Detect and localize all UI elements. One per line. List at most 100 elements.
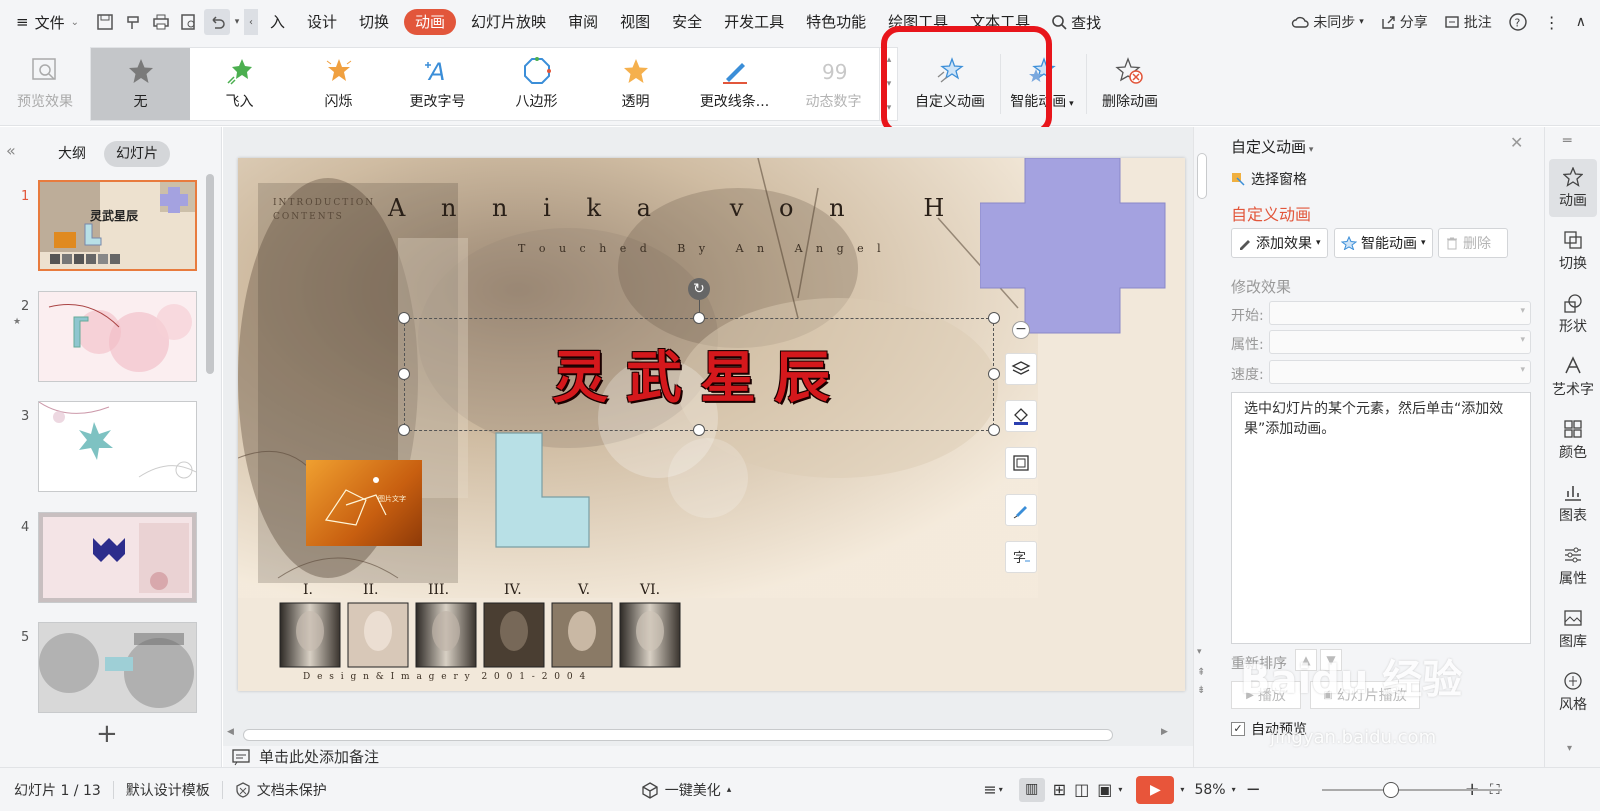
scroll-thumb[interactable]: [1197, 153, 1207, 199]
file-menu[interactable]: ≡ 文件 ⌄: [16, 12, 79, 33]
collapse-ribbon-icon[interactable]: ∧: [1576, 14, 1586, 30]
format-painter-icon[interactable]: [120, 9, 146, 35]
share-button[interactable]: 分享: [1380, 12, 1428, 32]
plus-shape[interactable]: [980, 158, 1170, 338]
sidebar-item-wordart[interactable]: 艺术字: [1549, 348, 1597, 406]
resize-handle[interactable]: [988, 368, 1000, 380]
slide-canvas[interactable]: INTRODUCTION CONTENTS A n n i k a v o n …: [238, 158, 1185, 691]
beautify-button[interactable]: 一键美化 ▴: [629, 780, 744, 800]
sidebar-item-style[interactable]: 风格: [1549, 663, 1597, 721]
slide-thumbnail-2[interactable]: [38, 291, 197, 382]
tab-outline[interactable]: 大纲: [46, 141, 98, 167]
l-shape[interactable]: [495, 432, 591, 548]
brush-button[interactable]: [1005, 494, 1037, 526]
zoom-level[interactable]: 58% ▾: [1188, 782, 1241, 798]
text-button[interactable]: 字: [1005, 541, 1037, 573]
add-effect-button[interactable]: 添加效果 ▾: [1231, 228, 1328, 258]
fill-button[interactable]: [1005, 400, 1037, 432]
tab-security[interactable]: 安全: [661, 9, 713, 35]
tab-developer[interactable]: 开发工具: [713, 9, 795, 35]
scroll-thumb[interactable]: [243, 729, 1113, 741]
anim-none[interactable]: 无: [91, 48, 190, 120]
resize-handle[interactable]: [398, 312, 410, 324]
tab-view[interactable]: 视图: [609, 9, 661, 35]
smart-animation-pane-button[interactable]: 智能动画 ▾: [1334, 228, 1433, 258]
tab-slideshow[interactable]: 幻灯片放映: [460, 9, 557, 35]
anim-flash[interactable]: 闪烁: [289, 48, 388, 120]
scroll-left-icon[interactable]: ‹: [243, 9, 258, 35]
add-slide-button[interactable]: +: [96, 721, 118, 747]
slide-thumbnail-5[interactable]: [38, 622, 197, 713]
resize-handle[interactable]: [398, 368, 410, 380]
print-preview-icon[interactable]: [176, 9, 202, 35]
scroll-left-arrow[interactable]: ◀: [227, 727, 234, 737]
resize-handle[interactable]: [693, 312, 705, 324]
vertical-scrollbar[interactable]: ▾ ⇞ ⇟: [1193, 127, 1210, 767]
anim-octagon[interactable]: 八边形: [487, 48, 586, 120]
sidebar-item-gallery[interactable]: 图库: [1549, 600, 1597, 658]
template-name[interactable]: 默认设计模板: [114, 780, 222, 800]
anim-fly-in[interactable]: 飞入: [190, 48, 289, 120]
resize-handle[interactable]: [988, 424, 1000, 436]
undo-icon[interactable]: [203, 9, 230, 35]
view-sorter-button[interactable]: ⊞: [1049, 780, 1070, 799]
horizontal-scrollbar[interactable]: ◀ ▶: [223, 724, 1193, 746]
preview-effect-button[interactable]: 预览效果: [10, 44, 80, 124]
resize-handle[interactable]: [693, 424, 705, 436]
slide-thumbnail-4[interactable]: [38, 512, 197, 603]
sidebar-item-transition[interactable]: 切换: [1549, 222, 1597, 280]
anim-change-line[interactable]: 更改线条...: [685, 48, 784, 120]
document-protection[interactable]: 文档未保护: [223, 780, 339, 800]
close-pane-icon[interactable]: ✕: [1510, 133, 1523, 152]
anim-dynamic-number[interactable]: 99 动态数字: [784, 48, 883, 120]
title-textbox[interactable]: 灵武星辰: [404, 318, 994, 431]
zoom-slider[interactable]: [1322, 789, 1502, 791]
search-button[interactable]: 查找: [1051, 12, 1101, 33]
property-select[interactable]: ▾: [1269, 330, 1531, 354]
sidebar-item-chart[interactable]: 图表: [1549, 474, 1597, 532]
scroll-down-arrow[interactable]: ▾: [1197, 647, 1202, 657]
speed-select[interactable]: ▾: [1269, 360, 1531, 384]
sidebar-menu-icon[interactable]: ═: [1563, 133, 1571, 149]
view-reading-button[interactable]: ◫: [1070, 780, 1093, 799]
selection-pane-link[interactable]: 选择窗格: [1231, 169, 1307, 189]
pane-title[interactable]: 自定义动画 ▾: [1231, 136, 1313, 157]
tab-review[interactable]: 审阅: [557, 9, 609, 35]
collapse-toolbar-icon[interactable]: −: [1012, 321, 1030, 339]
zoom-slider-thumb[interactable]: [1383, 782, 1399, 798]
sidebar-item-property[interactable]: 属性: [1549, 537, 1597, 595]
panel-scrollbar[interactable]: [206, 174, 214, 374]
slide-thumbnail-1[interactable]: 灵武星辰: [38, 180, 197, 271]
sidebar-item-color[interactable]: 颜色: [1549, 411, 1597, 469]
resize-handle[interactable]: [398, 424, 410, 436]
help-icon[interactable]: ?: [1508, 12, 1528, 32]
view-normal-button[interactable]: ▥: [1015, 777, 1049, 802]
anim-change-font-size[interactable]: A 更改字号: [388, 48, 487, 120]
sidebar-more-icon[interactable]: ▾: [1567, 743, 1572, 754]
print-icon[interactable]: [148, 9, 174, 35]
more-icon[interactable]: ⋮: [1544, 13, 1560, 32]
delete-animation-button[interactable]: 删除动画: [1090, 44, 1170, 124]
slide-thumbnail-3[interactable]: [38, 401, 197, 492]
delete-effect-button[interactable]: 删除: [1438, 228, 1508, 258]
layers-button[interactable]: [1005, 353, 1037, 385]
orange-picture[interactable]: 图片文字: [306, 460, 422, 546]
start-select[interactable]: ▾: [1269, 301, 1531, 325]
view-presenter-button[interactable]: ▣ ▾: [1093, 780, 1126, 799]
scroll-right-arrow[interactable]: ▶: [1161, 727, 1168, 737]
zoom-out-button[interactable]: −: [1242, 779, 1265, 800]
tab-insert[interactable]: 入: [259, 9, 296, 35]
align-menu[interactable]: ≡ ▾: [971, 780, 1014, 799]
prev-slide-icon[interactable]: ⇞: [1197, 667, 1205, 678]
anim-transparent[interactable]: 透明: [586, 48, 685, 120]
tab-transition[interactable]: 切换: [348, 9, 400, 35]
sidebar-item-shape[interactable]: 形状: [1549, 285, 1597, 343]
notes-bar[interactable]: 单击此处添加备注: [223, 746, 1193, 767]
tab-special[interactable]: 特色功能: [795, 9, 877, 35]
tab-animation[interactable]: 动画: [404, 9, 457, 35]
play-slideshow-button[interactable]: ▶ ▾: [1126, 775, 1188, 804]
outline-button[interactable]: [1005, 447, 1037, 479]
sync-button[interactable]: 未同步 ▾: [1291, 12, 1364, 32]
comment-button[interactable]: 批注: [1444, 12, 1492, 32]
tab-design[interactable]: 设计: [296, 9, 348, 35]
